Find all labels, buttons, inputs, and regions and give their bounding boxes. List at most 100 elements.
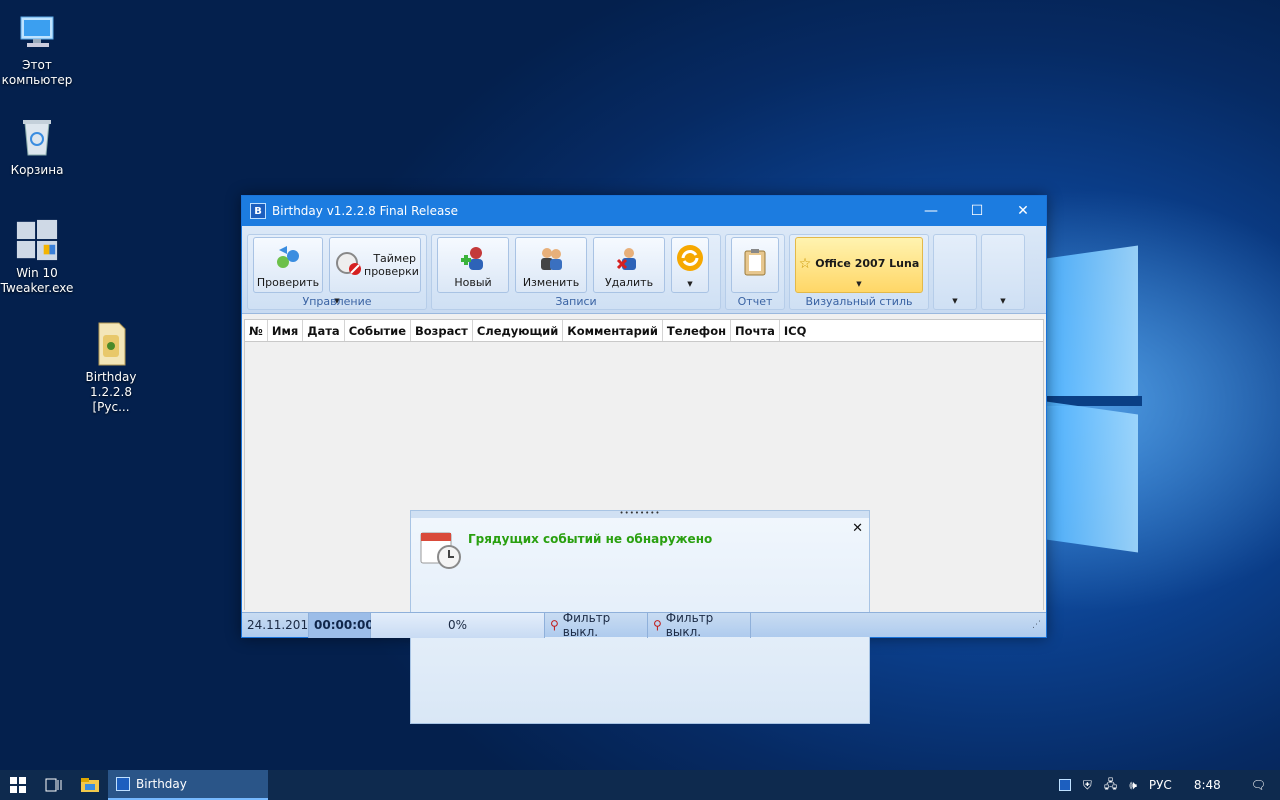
birthday-app-icon — [116, 777, 130, 791]
popup-drag-grip[interactable]: •••••••• — [411, 510, 869, 518]
desktop-icon-win10-tweaker[interactable]: Win 10 Tweaker.exe — [0, 218, 77, 296]
status-filter-1-label: Фильтр выкл. — [562, 611, 611, 639]
desktop-icon-label: Этот компьютер — [1, 58, 73, 87]
status-date: 24.11.2018 — [242, 612, 316, 638]
folder-icon — [81, 778, 99, 792]
delete-user-icon — [614, 244, 644, 272]
desktop-icon-label: Корзина — [10, 163, 64, 177]
ribbon-group-label: Управление — [302, 295, 372, 308]
column-header-number[interactable]: № — [245, 320, 268, 341]
check-button-label: Проверить — [256, 276, 320, 289]
visual-style-label: Office 2007 Luna — [815, 257, 920, 270]
chevron-down-icon: ▼ — [856, 280, 862, 288]
ribbon-group-records: Новый Изменить Удалить ▼ Записи — [431, 234, 721, 310]
windows-logo-icon — [15, 218, 59, 262]
new-record-button[interactable]: Новый — [437, 237, 509, 293]
status-filter-2[interactable]: ⚲ Фильтр выкл. — [648, 611, 751, 639]
column-header-email[interactable]: Почта — [731, 320, 780, 341]
edit-users-icon — [536, 244, 566, 272]
delete-record-label: Удалить — [604, 276, 654, 289]
ribbon-group-management: Проверить Таймер проверки ▼ Управление — [247, 234, 427, 310]
popup-message: Грядущих событий не обнаружено — [468, 532, 713, 546]
desktop-icon-label: Win 10 Tweaker.exe — [0, 266, 74, 295]
computer-icon — [15, 10, 59, 54]
column-header-name[interactable]: Имя — [268, 320, 304, 341]
add-user-icon — [458, 244, 488, 272]
status-bar: 24.11.2018 00:00:00 0% ⚲ Фильтр выкл. ⚲ … — [242, 611, 1046, 639]
new-record-label: Новый — [454, 276, 492, 289]
taskbar-app-label: Birthday — [136, 777, 187, 791]
edit-record-label: Изменить — [522, 276, 580, 289]
check-button[interactable]: Проверить — [253, 237, 323, 293]
minimize-button[interactable]: — — [908, 196, 954, 226]
check-timer-label: Таймер проверки — [364, 252, 419, 278]
ribbon-extra-dropdown-2[interactable]: ▼ — [981, 234, 1025, 310]
filter-icon: ⚲ — [653, 618, 662, 632]
title-bar[interactable]: B Birthday v1.2.2.8 Final Release — ☐ ✕ — [242, 196, 1046, 226]
chevron-down-icon: ▼ — [687, 280, 693, 288]
delete-record-button[interactable]: Удалить — [593, 237, 665, 293]
check-timer-button[interactable]: Таймер проверки ▼ — [329, 237, 421, 305]
desktop-icon-recycle-bin[interactable]: Корзина — [0, 115, 77, 178]
sync-icon — [675, 244, 705, 272]
star-icon: ☆ — [798, 255, 812, 272]
ribbon-group-label: Записи — [555, 295, 597, 308]
windows-wallpaper-logo — [1046, 232, 1146, 562]
timer-off-icon — [334, 249, 364, 277]
taskbar-app-birthday[interactable]: Birthday — [108, 770, 268, 800]
calendar-clock-icon — [419, 529, 461, 569]
edit-record-button[interactable]: Изменить — [515, 237, 587, 293]
notification-icon[interactable]: 🗨 — [1237, 778, 1280, 792]
ribbon-group-report: Отчет — [725, 234, 785, 310]
desktop-icon-label: Birthday 1.2.2.8 [Рус... — [85, 370, 137, 414]
ribbon: Проверить Таймер проверки ▼ Управление Н… — [242, 226, 1046, 314]
report-button[interactable] — [731, 237, 779, 293]
filter-icon: ⚲ — [550, 618, 559, 632]
task-view-button[interactable] — [36, 770, 72, 800]
clock[interactable]: 8:48 — [1178, 778, 1237, 792]
desktop-icon-birthday-archive[interactable]: Birthday 1.2.2.8 [Рус... — [71, 322, 151, 415]
popup-close-button[interactable]: ✕ — [852, 521, 863, 536]
column-header-age[interactable]: Возраст — [411, 320, 473, 341]
chevron-down-icon: ▼ — [1000, 297, 1006, 305]
shield-icon[interactable]: ⛨ — [1077, 778, 1098, 793]
language-indicator[interactable]: РУС — [1143, 778, 1178, 792]
column-header-event[interactable]: Событие — [345, 320, 411, 341]
birthday-app-icon: B — [250, 203, 266, 219]
refresh-users-icon — [273, 244, 303, 272]
birthday-window: B Birthday v1.2.2.8 Final Release — ☐ ✕ … — [241, 195, 1047, 724]
records-grid[interactable]: •••••••• Грядущих событий не обнаружено … — [244, 342, 1044, 724]
clipboard-icon — [740, 248, 770, 276]
ribbon-extra-dropdown-1[interactable]: ▼ — [933, 234, 977, 310]
sync-button[interactable]: ▼ — [671, 237, 709, 293]
status-time: 00:00:00 — [309, 612, 374, 638]
chevron-down-icon: ▼ — [952, 297, 958, 305]
archive-icon — [89, 322, 133, 366]
column-header-phone[interactable]: Телефон — [663, 320, 732, 341]
ribbon-group-label: Визуальный стиль — [805, 295, 913, 308]
status-filter-2-label: Фильтр выкл. — [665, 611, 714, 639]
taskbar: Birthday ⛨ 🖧 🕪 РУС 8:48 🗨 — [0, 770, 1280, 800]
close-button[interactable]: ✕ — [1000, 196, 1046, 226]
birthday-tray-icon[interactable] — [1053, 779, 1077, 791]
resize-grip-icon[interactable]: ⋰ — [1032, 620, 1046, 630]
network-icon[interactable]: 🖧 — [1098, 775, 1123, 796]
records-table-header: № Имя Дата Событие Возраст Следующий Ком… — [244, 319, 1044, 342]
windows-start-icon — [10, 777, 26, 793]
maximize-button[interactable]: ☐ — [954, 196, 1000, 226]
status-progress: 0% — [371, 612, 545, 638]
column-header-comment[interactable]: Комментарий — [563, 320, 663, 341]
ribbon-group-visual-style: ☆ Office 2007 Luna ▼ Визуальный стиль — [789, 234, 929, 310]
column-header-next[interactable]: Следующий — [473, 320, 564, 341]
file-explorer-button[interactable] — [72, 770, 108, 800]
volume-icon[interactable]: 🕪 — [1123, 778, 1143, 793]
column-header-date[interactable]: Дата — [303, 320, 345, 341]
visual-style-dropdown[interactable]: ☆ Office 2007 Luna ▼ — [795, 237, 923, 293]
start-button[interactable] — [0, 770, 36, 800]
desktop-icon-this-pc[interactable]: Этот компьютер — [0, 10, 77, 88]
window-title: Birthday v1.2.2.8 Final Release — [272, 204, 458, 218]
system-tray: ⛨ 🖧 🕪 РУС 8:48 🗨 — [1053, 770, 1280, 800]
column-header-icq[interactable]: ICQ — [780, 320, 811, 341]
status-filter-1[interactable]: ⚲ Фильтр выкл. — [545, 611, 648, 639]
task-view-icon — [45, 778, 62, 792]
